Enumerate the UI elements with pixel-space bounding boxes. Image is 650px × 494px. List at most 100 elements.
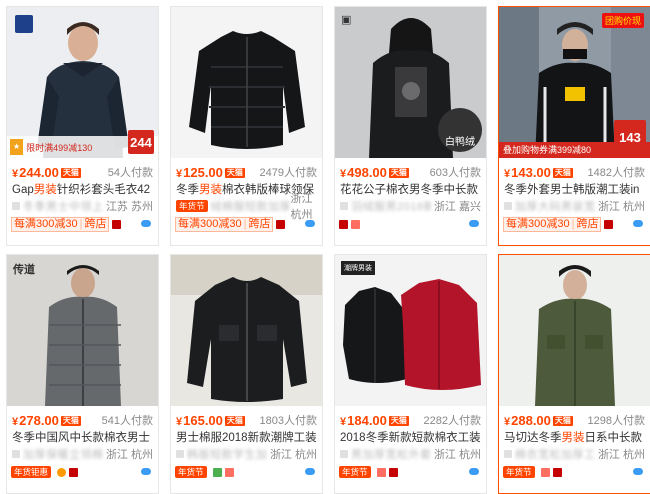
shop-name[interactable]: 冬季男士中领上衣打底衫 [23,198,103,214]
sales-count: 1803人付款 [259,415,317,427]
product-card[interactable]: ¥165.00天猫 1803人付款 男士棉服2018新款潮牌工装棉衣 韩版短款学… [170,254,323,494]
gold-icon [57,467,67,477]
price: ¥288.00 天猫 [504,412,573,428]
product-image[interactable] [171,255,322,406]
shop-icon [340,202,348,210]
product-image[interactable] [499,255,650,406]
product-image[interactable]: ▣ 白鸭绒 [335,7,486,158]
promo-tag[interactable]: 每满300减30 | 跨店 [175,216,274,232]
location: 浙江 嘉兴 [433,201,481,213]
mall-tag: 天猫 [552,416,573,427]
mall-tag: 天猫 [60,416,81,427]
wangwang-icon[interactable] [141,220,151,227]
event-badge: 年货节 [339,466,371,478]
shop-row: 年货节绒棉服短款加厚加大码外套 浙江 杭州 [176,193,317,221]
promo-banner-text: 限时满499减130 [26,142,93,153]
sales-count: 2282人付款 [423,415,481,427]
shop-name[interactable]: 男加厚宽松外套 [351,446,431,462]
product-image[interactable]: 传道 [7,255,158,406]
shop-name[interactable]: 绒棉服短款加厚加大码外套 [211,198,291,214]
sales-count: 541人付款 [101,415,153,427]
location: 浙江 杭州 [105,449,153,461]
promo-row: 每满300减30 | 跨店 [503,216,646,232]
price: ¥184.00 天猫 [340,412,409,428]
event-badge: 年货节 [503,466,535,478]
shop-link[interactable]: 年货节绒棉服短款加厚加大码外套 [176,198,291,214]
brand-logo-icon [15,15,33,33]
coupon-icon [604,219,614,229]
shop-link[interactable]: 加厚保暖立领棉服男 [12,446,103,462]
gift-icon [376,467,386,477]
promo-row: 年货钜惠 [11,464,154,480]
mall-tag: 天猫 [224,168,245,179]
price-row: ¥143.00 天猫 1482人付款 [504,164,645,180]
shop-link[interactable]: 加厚大码男装宽松连帽棉服 [504,198,595,214]
brand-logo-text: 潮牌男装 [341,261,375,275]
coupon-icon [112,219,122,229]
shop-icon [12,202,20,210]
mall-tag: 天猫 [224,416,245,427]
mall-tag: 天猫 [552,168,573,179]
mall-tag: 天猫 [388,416,409,427]
promo-banner-price: 143 [614,120,646,150]
location: 浙江 杭州 [597,201,645,213]
shop-link[interactable]: 棉衣宽松加厚工装棉服 [504,446,595,462]
shop-row: 加厚大码男装宽松连帽棉服 浙江 杭州 [504,198,645,214]
shop-name[interactable]: 羽绒服男2018新款加厚外套 [351,198,431,214]
wangwang-icon[interactable] [305,220,315,227]
price-row: ¥165.00 天猫 1803人付款 [176,412,317,428]
shop-row: 棉衣宽松加厚工装棉服 浙江 杭州 [504,446,645,462]
coupon-icon [276,219,286,229]
gift-icon [351,219,360,229]
product-image[interactable]: 团购价现 叠加购物券满399减80 143 [499,7,650,158]
wangwang-icon[interactable] [469,220,479,227]
promo-tag[interactable]: 每满300减30 | 跨店 [11,216,110,232]
coupon-icon [388,467,398,477]
shop-row: 羽绒服男2018新款加厚外套 浙江 嘉兴 [340,198,481,214]
wangwang-icon[interactable] [469,468,479,475]
sales-count: 2479人付款 [259,167,317,179]
product-image[interactable]: ★ 限时满499减130 244 [7,7,158,158]
shop-name[interactable]: 加厚保暖立领棉服男 [23,446,103,462]
price-row: ¥125.00 天猫 2479人付款 [176,164,317,180]
mall-tag: 天猫 [388,168,409,179]
location: 江苏 苏州 [105,201,153,213]
product-image[interactable]: 潮牌男装 [335,255,486,406]
product-card[interactable]: ▣ 白鸭绒 ¥498.00天猫 603人付款 花花公子棉衣男冬季中长款男士 羽绒… [334,6,487,246]
promo-banner-price: 244 [128,130,154,154]
shop-link[interactable]: 冬季男士中领上衣打底衫 [12,198,103,214]
shop-link[interactable]: 羽绒服男2018新款加厚外套 [340,198,431,214]
shop-link[interactable]: 男加厚宽松外套 [340,446,431,462]
product-card[interactable]: ¥288.00天猫 1298人付款 马切达冬季男装日系中长款连帽 棉衣宽松加厚工… [498,254,650,494]
down-badge: 白鸭绒 [438,108,482,152]
shop-link[interactable]: 韩版短款学生加厚外套 [176,446,267,462]
price: ¥244.00 天猫 [12,164,81,180]
shop-name[interactable]: 韩版短款学生加厚外套 [187,446,267,462]
product-card[interactable]: 潮牌男装 ¥184.00天猫 2282人付款 2018冬季新款短款棉衣工装棉服 … [334,254,487,494]
shop-row: 加厚保暖立领棉服男 浙江 杭州 [12,446,153,462]
event-badge: 年货节 [175,466,207,478]
shop-row: 韩版短款学生加厚外套 浙江 杭州 [176,446,317,462]
shop-name[interactable]: 棉衣宽松加厚工装棉服 [515,446,595,462]
promo-row: 每满300减30 | 跨店 [11,216,154,232]
product-card[interactable]: ★ 限时满499减130 244 ¥244.00 天猫 54人付款 Gap男装针织… [6,6,159,246]
wangwang-icon[interactable] [633,468,643,475]
product-image[interactable] [171,7,322,158]
shop-row: 冬季男士中领上衣打底衫 江苏 苏州 [12,198,153,214]
promo-tag[interactable]: 每满300减30 | 跨店 [503,216,602,232]
product-card[interactable]: 团购价现 叠加购物券满399减80 143 ¥143.00 天猫 1482人付款 … [498,6,650,246]
wangwang-icon[interactable] [141,468,151,475]
shop-icon [340,450,348,458]
product-card[interactable]: ¥125.00天猫 2479人付款 冬季男装棉衣韩版棒球领保暖羽 年货节绒棉服短… [170,6,323,246]
wangwang-icon[interactable] [633,220,643,227]
coupon-icon [339,219,348,229]
shop-name[interactable]: 加厚大码男装宽松连帽棉服 [515,198,595,214]
shop-icon [504,450,512,458]
price-row: ¥244.00 天猫 54人付款 [12,164,153,180]
price: ¥165.00 天猫 [176,412,245,428]
product-card[interactable]: 传道 ¥278.00天猫 541人付款 冬季中国风中长款棉衣男士外套 加厚保暖立… [6,254,159,494]
sales-count: 1482人付款 [587,167,645,179]
wangwang-icon[interactable] [305,468,315,475]
coupon-icon [552,467,562,477]
verified-icon [212,467,222,477]
